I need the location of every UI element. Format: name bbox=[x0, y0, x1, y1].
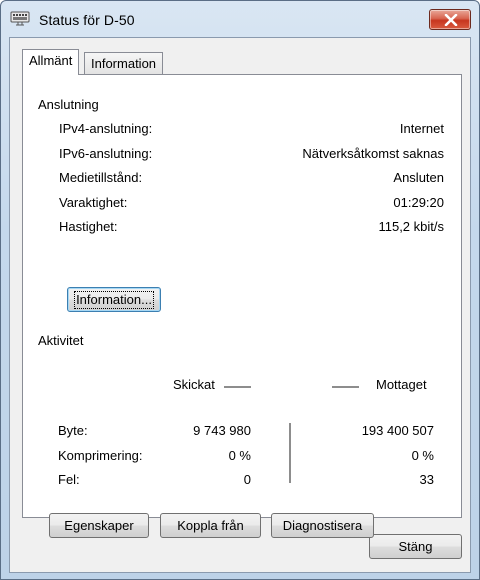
compression-label: Komprimering: bbox=[58, 448, 143, 463]
ipv4-value: Internet bbox=[399, 121, 444, 136]
tab-information[interactable]: Information bbox=[84, 52, 164, 75]
properties-button[interactable]: Egenskaper bbox=[49, 513, 149, 538]
activity-separator-line bbox=[289, 423, 291, 483]
media-state-label: Medietillstånd: bbox=[59, 170, 143, 185]
tab-allmant[interactable]: Allmänt bbox=[22, 49, 80, 75]
diagnose-button[interactable]: Diagnostisera bbox=[271, 513, 374, 538]
tab-panel-allmant: Anslutning IPv4-anslutning: Internet IPv… bbox=[22, 74, 462, 538]
window-title: Status för D-50 bbox=[39, 12, 135, 28]
dialog-client-area: Allmänt Information Anslutning IPv4-ansl… bbox=[9, 37, 471, 573]
details-button[interactable]: Information... bbox=[67, 287, 161, 312]
window-close-button[interactable] bbox=[429, 9, 471, 30]
errors-received-value: 33 bbox=[419, 472, 434, 487]
title-bar[interactable]: Status för D-50 bbox=[1, 1, 479, 37]
group-divider-activity bbox=[101, 341, 449, 342]
group-title-activity: Aktivitet bbox=[38, 333, 84, 348]
errors-label: Fel: bbox=[58, 472, 80, 487]
disconnect-button[interactable]: Koppla från bbox=[160, 513, 261, 538]
network-status-icon bbox=[10, 11, 30, 27]
errors-sent-value: 0 bbox=[243, 472, 251, 487]
speed-value: 115,2 kbit/s bbox=[378, 219, 444, 234]
media-state-value: Ansluten bbox=[393, 170, 444, 185]
duration-value: 01:29:20 bbox=[393, 195, 444, 210]
compression-sent-value: 0 % bbox=[228, 448, 251, 463]
ipv6-value: Nätverksåtkomst saknas bbox=[302, 146, 444, 161]
close-dialog-button[interactable]: Stäng bbox=[369, 534, 462, 559]
compression-received-value: 0 % bbox=[411, 448, 434, 463]
bytes-received-value: 193 400 507 bbox=[361, 423, 434, 438]
received-header: Mottaget bbox=[376, 377, 427, 392]
received-connector-line bbox=[332, 386, 359, 388]
ipv4-label: IPv4-anslutning: bbox=[59, 121, 153, 136]
sent-header: Skickat bbox=[173, 377, 215, 392]
duration-label: Varaktighet: bbox=[59, 195, 128, 210]
bytes-label: Byte: bbox=[58, 423, 88, 438]
ipv6-label: IPv6-anslutning: bbox=[59, 146, 153, 161]
bytes-sent-value: 9 743 980 bbox=[193, 423, 251, 438]
sent-connector-line bbox=[224, 386, 251, 388]
close-icon bbox=[444, 14, 458, 26]
speed-label: Hastighet: bbox=[59, 219, 118, 234]
group-divider-connection bbox=[116, 105, 449, 106]
group-title-connection: Anslutning bbox=[38, 97, 99, 112]
status-dialog-window: Status för D-50 Allmänt Information Ansl… bbox=[0, 0, 480, 580]
details-button-label: Information... bbox=[74, 291, 154, 309]
